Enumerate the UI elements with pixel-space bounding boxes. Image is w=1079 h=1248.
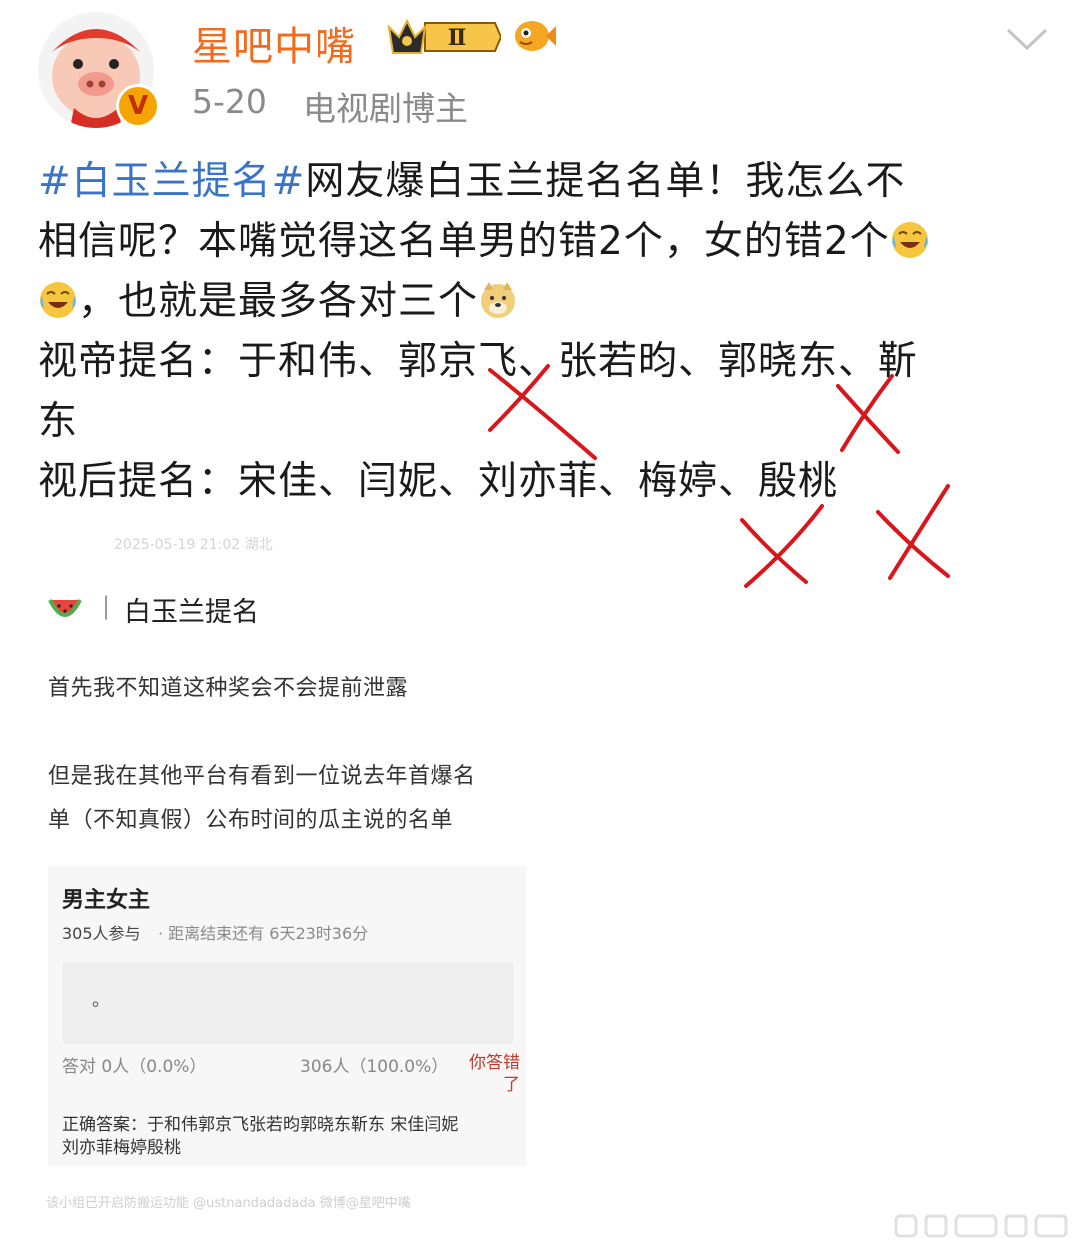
- quiz-option-text: 。: [92, 990, 110, 1011]
- actor-nominees: 视帝提名：于和伟、郭京飞、张若昀、郭晓东、靳: [38, 339, 919, 384]
- post-line-3: ，也就是最多各对三个: [78, 279, 479, 324]
- quiz-option[interactable]: 。: [62, 962, 514, 1044]
- post-text: #白玉兰提名#网友爆白玉兰提名名单！我怎么不 相信呢？本嘴觉得这名单男的错2个，…: [38, 152, 1048, 512]
- quiz-deadline: · 距离结束还有 6天23时36分: [158, 924, 369, 943]
- quiz-answer-line-1: 正确答案：于和伟郭京飞张若昀郭晓东靳东 宋佳闫妮: [62, 1115, 459, 1135]
- doge-emoji: [481, 282, 516, 318]
- x-mark-meiting: [740, 504, 824, 588]
- post-line-1: 网友爆白玉兰提名名单！我怎么不: [305, 159, 906, 204]
- quiz-answer-line-2: 刘亦菲梅婷殷桃: [62, 1138, 181, 1158]
- badge-level: Ⅱ: [448, 25, 467, 51]
- quiz-you-wrong: 你答错了: [469, 1053, 520, 1095]
- screenshot-footer: 该小组已开启防搬运功能 @ustnandadadada 微博@星吧中嘴: [46, 1196, 411, 1211]
- post-line-2: 相信呢？本嘴觉得这名单男的错2个，女的错2个: [38, 219, 890, 264]
- topic-title[interactable]: 白玉兰提名: [124, 590, 259, 629]
- quiz-correct-stat: 答对 0人（0.0%）: [62, 1057, 207, 1077]
- watermelon-icon: [48, 599, 82, 617]
- chevron-down-icon[interactable]: [1004, 24, 1050, 54]
- quiz-card[interactable]: 男主女主 305人参与 · 距离结束还有 6天23时36分 。 答对 0人（0.…: [48, 866, 526, 1166]
- watermark: [894, 1214, 1068, 1238]
- author-role: 电视剧博主: [303, 89, 468, 128]
- quiz-title: 男主女主: [62, 888, 151, 913]
- username[interactable]: 星吧中嘴: [192, 14, 356, 72]
- crown-level-icon[interactable]: Ⅱ: [385, 15, 501, 59]
- screenshot-para-2a: 但是我在其他平台有看到一位说去年首爆名: [48, 764, 476, 789]
- embedded-screenshot[interactable]: 2025-05-19 21:02 湖北 | 白玉兰提名 首先我不知道这种奖会不会…: [40, 530, 540, 1220]
- fish-icon: [515, 21, 556, 51]
- screenshot-para-2b: 单（不知真假）公布时间的瓜主说的名单: [48, 808, 454, 833]
- post-date: 5-20: [192, 82, 267, 121]
- quiz-wrong-stat: 306人（100.0%）: [300, 1057, 449, 1077]
- quiz-answer: 正确答案：于和伟郭京飞张若昀郭晓东靳东 宋佳闫妮 刘亦菲梅婷殷桃: [62, 1114, 512, 1160]
- hashtag-link[interactable]: #白玉兰提名#: [38, 159, 305, 204]
- actress-nominees: 视后提名：宋佳、闫妮、刘亦菲、梅婷、殷桃: [38, 459, 839, 504]
- laughing-cry-emoji: [891, 222, 928, 258]
- screenshot-para-1: 首先我不知道这种奖会不会提前泄露: [48, 676, 409, 701]
- actor-nominees-cont: 东: [38, 399, 79, 444]
- screenshot-faint-header: 2025-05-19 21:02 湖北: [114, 537, 273, 553]
- quiz-participants: 305人参与: [62, 924, 141, 943]
- verified-v-icon: V: [116, 84, 160, 128]
- topic-separator: |: [102, 592, 111, 620]
- laughing-cry-emoji: [40, 282, 76, 318]
